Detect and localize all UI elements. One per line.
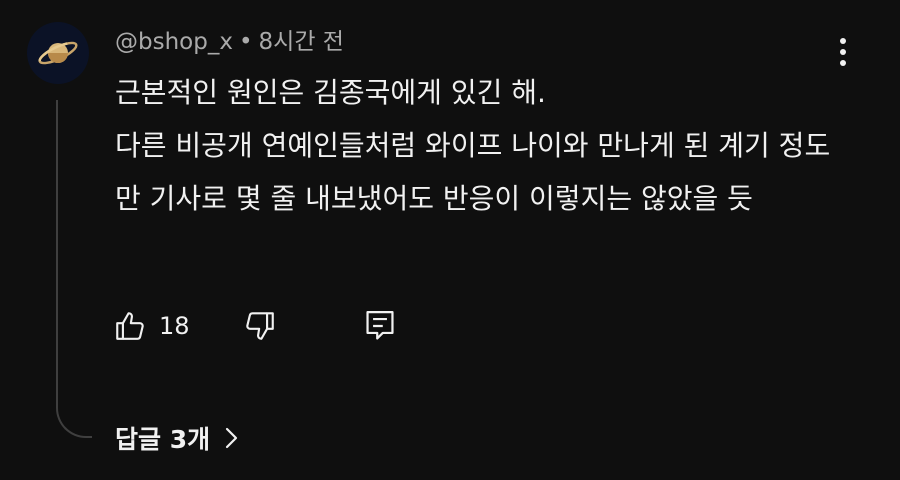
dislike-button[interactable] bbox=[243, 305, 277, 347]
comment-timestamp[interactable]: 8시간 전 bbox=[259, 29, 344, 55]
comment-actions: 18 bbox=[113, 305, 433, 347]
replies-count-label: 답글 3개 bbox=[115, 425, 211, 454]
comment-meta: @bshop_x • 8시간 전 bbox=[115, 26, 344, 58]
author-name[interactable]: @bshop_x bbox=[115, 29, 233, 55]
saturn-icon bbox=[38, 41, 78, 65]
chevron-right-icon bbox=[224, 426, 238, 450]
comment-line: 다른 비공개 연예인들처럼 와이프 나이와 만나게 된 계기 정도만 기사로 몇… bbox=[115, 129, 831, 215]
more-vert-icon bbox=[840, 38, 846, 66]
thumb-up-icon bbox=[116, 312, 144, 340]
reply-thread-line bbox=[56, 100, 92, 438]
reply-button[interactable] bbox=[363, 305, 397, 347]
like-button[interactable]: 18 bbox=[113, 305, 190, 347]
thumb-down-icon bbox=[246, 312, 274, 340]
reply-comment-icon bbox=[366, 311, 394, 340]
view-replies-button[interactable]: 답글 3개 bbox=[115, 418, 238, 458]
comment-body: 근본적인 원인은 김종국에게 있긴 해. 다른 비공개 연예인들처럼 와이프 나… bbox=[115, 66, 840, 225]
avatar[interactable] bbox=[27, 22, 89, 84]
meta-separator: • bbox=[238, 29, 253, 55]
comment-line: 근본적인 원인은 김종국에게 있긴 해. bbox=[115, 76, 546, 109]
like-count: 18 bbox=[159, 312, 190, 340]
